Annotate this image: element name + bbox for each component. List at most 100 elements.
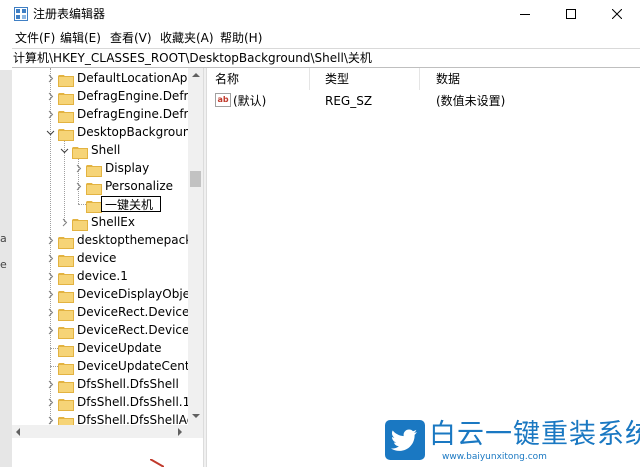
minimize-icon <box>520 14 530 15</box>
watermark-title: 白云一键重装系统 <box>429 419 640 450</box>
folder-icon <box>86 180 102 195</box>
minimize-button[interactable] <box>502 0 548 28</box>
folder-icon <box>86 198 102 213</box>
scroll-right-arrow-icon[interactable] <box>178 428 182 436</box>
list-row-default-value[interactable]: ab (默认) REG_SZ (数值未设置) <box>207 91 640 111</box>
tree-item[interactable]: DefragEngine.Defrag <box>12 87 203 105</box>
background-window-edge: a e <box>0 70 12 467</box>
column-divider[interactable] <box>309 68 310 90</box>
maximize-icon <box>566 9 576 19</box>
column-header-data[interactable]: 数据 <box>436 71 460 87</box>
folder-icon <box>58 360 74 375</box>
collapsed-chevron-icon[interactable] <box>60 218 69 227</box>
tree-item[interactable]: desktopthemepackfil <box>12 231 203 249</box>
expanded-chevron-icon[interactable] <box>60 146 69 155</box>
column-divider[interactable] <box>419 68 420 90</box>
tree-item[interactable]: device.1 <box>12 267 203 285</box>
tree-scroll-thumb[interactable] <box>190 171 201 187</box>
tree-connector <box>50 348 58 349</box>
tree-item[interactable]: DfsShell.DfsShell.1 <box>12 393 203 411</box>
background-text-fragment: a <box>0 232 7 245</box>
collapsed-chevron-icon[interactable] <box>74 164 83 173</box>
scroll-up-arrow-icon[interactable] <box>192 73 200 77</box>
tree-item[interactable]: DeviceRect.DeviceRec <box>12 321 203 339</box>
collapsed-chevron-icon[interactable] <box>46 290 55 299</box>
tree-item[interactable]: Shell <box>12 141 203 159</box>
tree-item-label: DefragEngine.Defrag <box>77 89 203 103</box>
folder-icon <box>58 108 74 123</box>
folder-icon <box>58 324 74 339</box>
menu-favorites[interactable]: 收藏夹(A) <box>159 30 215 46</box>
tree-item[interactable]: DeviceRect.DeviceRec <box>12 303 203 321</box>
scroll-down-arrow-icon[interactable] <box>192 414 200 418</box>
collapsed-chevron-icon[interactable] <box>46 254 55 263</box>
tree-connector <box>50 366 58 367</box>
collapsed-chevron-icon[interactable] <box>46 326 55 335</box>
collapsed-chevron-icon[interactable] <box>74 182 83 191</box>
column-header-name[interactable]: 名称 <box>215 71 239 87</box>
tree-item[interactable]: DefragEngine.Defrag <box>12 105 203 123</box>
close-button[interactable] <box>594 0 640 28</box>
folder-icon <box>86 162 102 177</box>
collapsed-chevron-icon[interactable] <box>46 416 55 425</box>
folder-icon <box>58 342 74 357</box>
tree-item-label: DesktopBackground <box>77 125 199 139</box>
menu-bar: 文件(F) 编辑(E) 查看(V) 收藏夹(A) 帮助(H) <box>12 28 640 48</box>
rename-input[interactable]: 一键关机 <box>101 196 161 212</box>
tree-item[interactable]: DeviceDisplayObject <box>12 285 203 303</box>
tree-item[interactable]: DfsShell.DfsShell <box>12 375 203 393</box>
tree-item-label: DeviceRect.DeviceRec <box>77 323 203 337</box>
collapsed-chevron-icon[interactable] <box>46 92 55 101</box>
collapsed-chevron-icon[interactable] <box>46 272 55 281</box>
tree-item-label: DeviceRect.DeviceRec <box>77 305 203 319</box>
tree-item-label: DfsShell.DfsShell <box>77 377 179 391</box>
tree-item[interactable]: DeviceUpdate <box>12 339 203 357</box>
tree-item[interactable]: device <box>12 249 203 267</box>
tree-item-label: DeviceUpdate <box>77 341 162 355</box>
scroll-left-arrow-icon[interactable] <box>16 428 20 436</box>
folder-icon <box>58 396 74 411</box>
tree-item[interactable]: Personalize <box>12 177 203 195</box>
tree-item-label: DeviceDisplayObject <box>77 287 202 301</box>
tree-item-label: DefragEngine.Defrag <box>77 107 203 121</box>
tree-vertical-scrollbar[interactable] <box>188 68 203 438</box>
regedit-app-icon <box>14 7 28 21</box>
maximize-button[interactable] <box>548 0 594 28</box>
collapsed-chevron-icon[interactable] <box>46 398 55 407</box>
folder-icon <box>58 72 74 87</box>
address-bar[interactable]: 计算机\HKEY_CLASSES_ROOT\DesktopBackground\… <box>12 48 640 68</box>
column-header-type[interactable]: 类型 <box>325 71 349 87</box>
tree-connector <box>78 204 86 205</box>
collapsed-chevron-icon[interactable] <box>46 110 55 119</box>
collapsed-chevron-icon[interactable] <box>46 236 55 245</box>
menu-help[interactable]: 帮助(H) <box>219 30 263 46</box>
list-header: 名称 类型 数据 <box>207 68 640 90</box>
collapsed-chevron-icon[interactable] <box>46 380 55 389</box>
menu-file[interactable]: 文件(F) <box>14 30 56 46</box>
tree-item-label: DeviceUpdateCenter <box>77 359 202 373</box>
tree-item[interactable]: Display <box>12 159 203 177</box>
registry-tree[interactable]: DfsShell.DfsShellAdm DfsShell.DfsShell.1 D… <box>12 68 203 438</box>
tree-item[interactable]: ShellEx <box>12 213 203 231</box>
background-text-fragment: e <box>0 258 7 271</box>
collapsed-chevron-icon[interactable] <box>46 74 55 83</box>
values-list[interactable]: 名称 类型 数据 ab (默认) REG_SZ (数值未设置) <box>207 68 640 467</box>
tree-item-label: ShellEx <box>91 215 135 229</box>
title-bar: 注册表编辑器 <box>12 0 640 28</box>
value-data: (数值未设置) <box>436 94 506 108</box>
tree-item[interactable]: DefaultLocationApi.1 <box>12 69 203 87</box>
tree-horizontal-scrollbar[interactable] <box>12 425 188 438</box>
main-content: DfsShell.DfsShellAdm DfsShell.DfsShell.1 D… <box>12 68 640 467</box>
menu-edit[interactable]: 编辑(E) <box>59 30 102 46</box>
tree-item[interactable]: DesktopBackground <box>12 123 203 141</box>
tree-item-label: device <box>77 251 117 265</box>
collapsed-chevron-icon[interactable] <box>46 308 55 317</box>
tree-item[interactable]: DeviceUpdateCenter <box>12 357 203 375</box>
menu-view[interactable]: 查看(V) <box>109 30 153 46</box>
folder-icon <box>58 252 74 267</box>
tree-item-label: DfsShell.DfsShell.1 <box>77 395 191 409</box>
address-path[interactable]: 计算机\HKEY_CLASSES_ROOT\DesktopBackground\… <box>13 50 372 66</box>
tree-item[interactable]: 一键关机 <box>12 195 203 213</box>
value-type: REG_SZ <box>325 94 373 108</box>
expanded-chevron-icon[interactable] <box>46 128 55 137</box>
